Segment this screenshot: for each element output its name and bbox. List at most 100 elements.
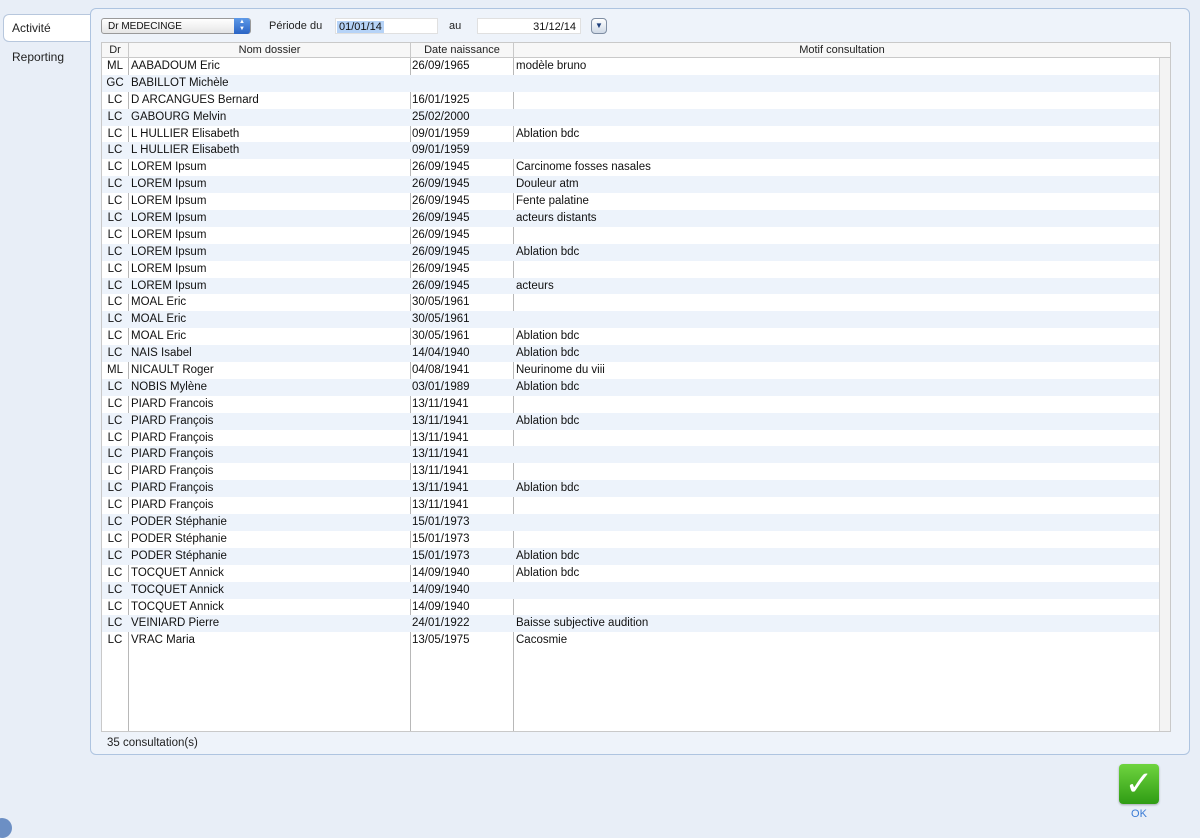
cell-motif: acteurs distants (516, 212, 597, 225)
cell-dr: LC (107, 617, 123, 630)
table-row[interactable]: LC VEINIARD Pierre 24/01/1922 Baisse subjec… (102, 615, 1159, 633)
cell-motif: Cacosmie (516, 634, 568, 647)
period-dropdown-button[interactable]: ▼ (591, 18, 607, 34)
table-row[interactable]: LC TOCQUET Annick 14/09/1940 (102, 581, 1159, 599)
cell-dr: LC (107, 178, 123, 191)
table-row[interactable]: LC PIARD Francois 13/11/1941 (102, 396, 1159, 413)
table-row[interactable]: LC PIARD François 13/11/1941 Ablation bdc (102, 480, 1159, 498)
cell-date-naissance: 26/09/1945 (412, 245, 470, 258)
header-date-naissance[interactable]: Date naissance (411, 43, 514, 57)
cell-date-naissance: 26/09/1945 (412, 178, 470, 191)
table-row[interactable]: LC NAIS Isabel 14/04/1940 Ablation bdc (102, 345, 1159, 363)
cell-nom-dossier: NAIS Isabel (131, 347, 192, 360)
tab-reporting[interactable]: Reporting (0, 44, 92, 70)
table-row[interactable]: LC TOCQUET Annick 14/09/1940 Ablation bdc (102, 565, 1159, 582)
date-to-field[interactable]: 31/12/14 (477, 18, 581, 34)
cell-dr: LC (107, 144, 123, 157)
table-row[interactable]: LC PODER Stéphanie 15/01/1973 Ablation bdc (102, 547, 1159, 565)
cell-dr: LC (107, 499, 123, 512)
cell-nom-dossier: AABADOUM Eric (131, 60, 220, 72)
table-row[interactable]: LC PIARD François 13/11/1941 (102, 446, 1159, 464)
cell-date-naissance: 30/05/1961 (412, 313, 470, 326)
cell-motif: Ablation bdc (516, 127, 580, 140)
table-row[interactable]: ML NICAULT Roger 04/08/1941 Neurinome du vi… (102, 362, 1159, 379)
cell-motif: Ablation bdc (516, 245, 580, 258)
table-row[interactable]: LC NOBIS Mylène 03/01/1989 Ablation bdc (102, 378, 1159, 396)
cell-dr: LC (107, 465, 123, 478)
header-nom-dossier[interactable]: Nom dossier (129, 43, 411, 57)
period-label: Période du (269, 20, 323, 32)
table-row[interactable]: LC PIARD François 13/11/1941 Ablation bdc (102, 412, 1159, 430)
cell-date-naissance: 15/01/1973 (412, 516, 470, 529)
cell-nom-dossier: L HULLIER Elisabeth (131, 144, 240, 157)
cell-dr: LC (107, 161, 123, 174)
header-dr[interactable]: Dr (102, 43, 129, 57)
cell-motif: Ablation bdc (516, 347, 580, 360)
table-row[interactable]: ML AABADOUM Eric 26/09/1965 modèle bruno (102, 58, 1159, 75)
table-row[interactable]: LC MOAL Eric 30/05/1961 (102, 294, 1159, 311)
tab-activite[interactable]: Activité (3, 14, 92, 42)
cell-date-naissance: 13/11/1941 (412, 431, 469, 444)
vertical-scrollbar[interactable] (1159, 58, 1170, 731)
cell-dr: LC (107, 127, 123, 140)
cell-nom-dossier: GABOURG Melvin (131, 110, 227, 123)
table-row[interactable]: LC MOAL Eric 30/05/1961 Ablation bdc (102, 328, 1159, 345)
table-row[interactable]: LC LOREM Ipsum 26/09/1945 Douleur atm (102, 176, 1159, 194)
table-row[interactable]: LC LOREM Ipsum 26/09/1945 acteurs (102, 277, 1159, 295)
ok-button[interactable]: ✓ (1119, 764, 1159, 804)
checkmark-icon: ✓ (1124, 764, 1154, 804)
cell-dr: LC (107, 566, 123, 579)
consultations-table[interactable]: Dr Nom dossier Date naissance Motif cons… (101, 42, 1171, 732)
table-row[interactable]: LC LOREM Ipsum 26/09/1945 (102, 261, 1159, 278)
table-row[interactable]: LC LOREM Ipsum 26/09/1945 Ablation bdc (102, 243, 1159, 261)
cell-nom-dossier: PIARD Francois (131, 397, 214, 410)
doctor-select[interactable]: Dr MEDECINGE ▲ ▼ (101, 18, 251, 34)
table-row[interactable]: LC LOREM Ipsum 26/09/1945 (102, 227, 1159, 244)
date-from-field[interactable]: 01/01/14 (335, 18, 438, 34)
cell-nom-dossier: LOREM Ipsum (131, 195, 207, 208)
cell-nom-dossier: NOBIS Mylène (131, 380, 208, 393)
table-row[interactable]: LC VRAC Maria 13/05/1975 Cacosmie (102, 632, 1159, 649)
table-row[interactable]: LC GABOURG Melvin 25/02/2000 (102, 108, 1159, 126)
table-row[interactable]: LC D ARCANGUES Bernard 16/01/1925 (102, 92, 1159, 109)
header-motif-consultation[interactable]: Motif consultation (514, 43, 1170, 57)
cell-dr: LC (107, 482, 123, 495)
cell-date-naissance: 26/09/1945 (412, 279, 470, 292)
table-row[interactable]: LC PIARD François 13/11/1941 (102, 463, 1159, 480)
cell-motif: Neurinome du viii (516, 364, 605, 377)
cell-date-naissance: 14/09/1940 (412, 600, 470, 613)
cell-nom-dossier: PIARD François (131, 465, 214, 478)
table-row[interactable]: LC L HULLIER Elisabeth 09/01/1959 (102, 142, 1159, 160)
cell-motif: Ablation bdc (516, 549, 580, 562)
filter-toolbar: Dr MEDECINGE ▲ ▼ Période du 01/01/14 au 3… (101, 18, 1179, 38)
select-arrows-icon: ▲ ▼ (234, 18, 250, 34)
cell-nom-dossier: TOCQUET Annick (131, 600, 224, 613)
table-row[interactable]: LC PODER Stéphanie 15/01/1973 (102, 514, 1159, 531)
cell-dr: GC (106, 76, 124, 89)
table-row[interactable]: LC L HULLIER Elisabeth 09/01/1959 Ablation … (102, 126, 1159, 143)
table-row[interactable]: LC LOREM Ipsum 26/09/1945 Fente palatine (102, 193, 1159, 210)
cell-nom-dossier: PIARD François (131, 431, 214, 444)
cell-dr: LC (107, 296, 123, 309)
table-row[interactable]: LC PIARD François 13/11/1941 (102, 497, 1159, 514)
ok-label: OK (1131, 808, 1147, 820)
cell-nom-dossier: L HULLIER Elisabeth (131, 127, 240, 140)
table-row[interactable]: GC BABILLOT Michèle (102, 74, 1159, 92)
to-label: au (449, 20, 462, 32)
cell-dr: LC (107, 347, 123, 360)
table-row[interactable]: LC LOREM Ipsum 26/09/1945 Carcinome fosses … (102, 159, 1159, 176)
table-row[interactable]: LC PODER Stéphanie 15/01/1973 (102, 531, 1159, 548)
cell-motif: Ablation bdc (516, 380, 580, 393)
table-row[interactable]: LC MOAL Eric 30/05/1961 (102, 311, 1159, 329)
cell-dr: LC (107, 93, 123, 106)
cell-dr: ML (107, 60, 123, 72)
cell-date-naissance: 14/09/1940 (412, 583, 470, 596)
table-row[interactable]: LC LOREM Ipsum 26/09/1945 acteurs distants (102, 210, 1159, 227)
table-row[interactable]: LC PIARD François 13/11/1941 (102, 430, 1159, 447)
cell-nom-dossier: D ARCANGUES Bernard (131, 93, 259, 106)
table-row[interactable]: LC TOCQUET Annick 14/09/1940 (102, 599, 1159, 616)
cell-dr: LC (107, 516, 123, 529)
cell-dr: LC (107, 330, 123, 343)
cell-motif: Ablation bdc (516, 330, 580, 343)
cell-nom-dossier: MOAL Eric (131, 296, 187, 309)
